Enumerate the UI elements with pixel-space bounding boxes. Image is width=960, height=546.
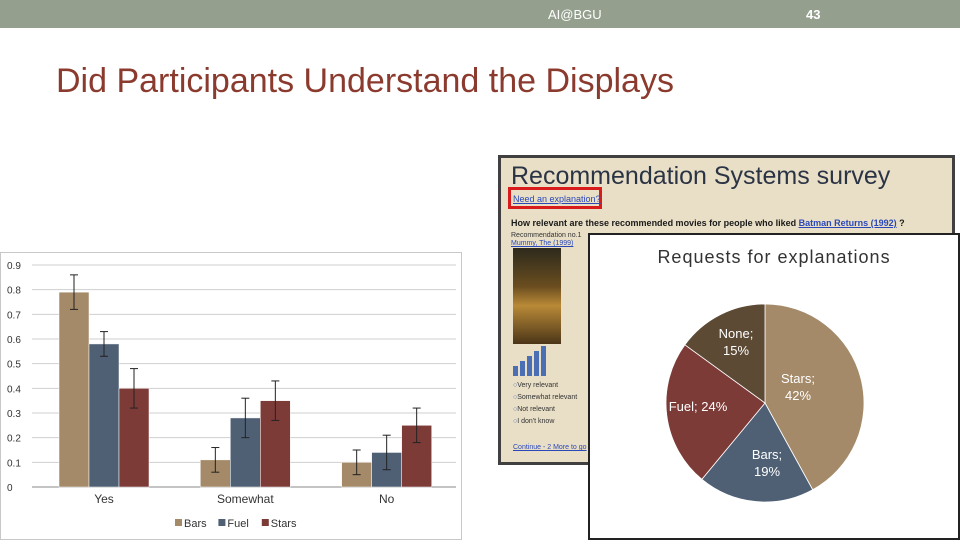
pie-label: 15% bbox=[723, 343, 749, 358]
question-movie-link[interactable]: Batman Returns (1992) bbox=[799, 218, 897, 228]
y-tick-label: 0.4 bbox=[7, 384, 21, 395]
slide-number: 43 bbox=[806, 7, 821, 22]
legend-swatch bbox=[218, 519, 226, 526]
organization-label: AI@BGU bbox=[548, 7, 602, 22]
x-tick-label: Yes bbox=[94, 492, 114, 506]
pie-label: None; bbox=[719, 326, 754, 341]
y-tick-label: 0.3 bbox=[7, 409, 21, 420]
y-tick-label: 0.8 bbox=[7, 286, 21, 297]
pie-label: Bars; bbox=[752, 447, 782, 462]
bar bbox=[58, 291, 90, 488]
legend-label: Fuel bbox=[227, 518, 248, 530]
option-not-relevant[interactable]: Not relevant bbox=[513, 404, 577, 416]
x-tick-label: No bbox=[379, 492, 395, 506]
legend-label: Bars bbox=[184, 518, 207, 530]
legend-label: Stars bbox=[271, 518, 297, 530]
y-tick-label: 0.2 bbox=[7, 434, 21, 445]
option-very-relevant[interactable]: Very relevant bbox=[513, 380, 577, 392]
option-somewhat-relevant[interactable]: Somewhat relevant bbox=[513, 392, 577, 404]
bar-chart: 0 0.1 0.2 0.3 0.4 0.5 0.6 0.7 0.8 0.9 Yes Somewhat N… bbox=[7, 261, 456, 530]
pie-label: Fuel; 24% bbox=[669, 399, 728, 414]
y-tick-label: 0.6 bbox=[7, 335, 21, 346]
continue-link[interactable]: Continue - 2 More to go bbox=[513, 444, 587, 451]
legend-swatch bbox=[175, 519, 182, 526]
bar bbox=[88, 343, 120, 488]
pie-label: 42% bbox=[785, 388, 811, 403]
x-tick-label: Somewhat bbox=[217, 492, 274, 506]
question-suffix: ? bbox=[899, 218, 905, 228]
pie-label: 19% bbox=[754, 464, 780, 479]
pie-chart: Requests for explanations Stars; 42% Bars; 1… bbox=[657, 247, 890, 503]
y-tick-label: 0.5 bbox=[7, 360, 21, 371]
survey-question: How relevant are these recommended movie… bbox=[511, 218, 905, 228]
relevance-options: Very relevant Somewhat relevant Not rele… bbox=[513, 380, 577, 428]
recommendation-label: Recommendation no.1 bbox=[511, 232, 582, 239]
slide-title: Did Participants Understand the Displays bbox=[56, 62, 674, 100]
y-tick-label: 0 bbox=[7, 483, 13, 494]
legend-swatch bbox=[261, 519, 269, 526]
pie-chart-panel: Requests for explanations Stars; 42% Bars; 1… bbox=[588, 233, 960, 540]
y-tick-label: 0.1 bbox=[7, 458, 21, 469]
top-bar: AI@BGU 43 bbox=[0, 0, 960, 28]
question-prefix: How relevant are these recommended movie… bbox=[511, 218, 797, 228]
need-explanation-link[interactable]: Need an explanation? bbox=[508, 187, 602, 209]
y-tick-label: 0.9 bbox=[7, 261, 21, 272]
movie-poster bbox=[513, 248, 561, 344]
pie-label: Stars; bbox=[781, 371, 815, 386]
option-dont-know[interactable]: I don't know bbox=[513, 416, 577, 428]
bar-chart-panel: 0 0.1 0.2 0.3 0.4 0.5 0.6 0.7 0.8 0.9 Yes Somewhat N… bbox=[0, 252, 462, 540]
movie-link[interactable]: Mummy, The (1999) bbox=[511, 240, 573, 247]
pie-title: Requests for explanations bbox=[657, 247, 890, 267]
y-tick-label: 0.7 bbox=[7, 310, 21, 321]
bar-explanation-icon bbox=[513, 346, 546, 376]
